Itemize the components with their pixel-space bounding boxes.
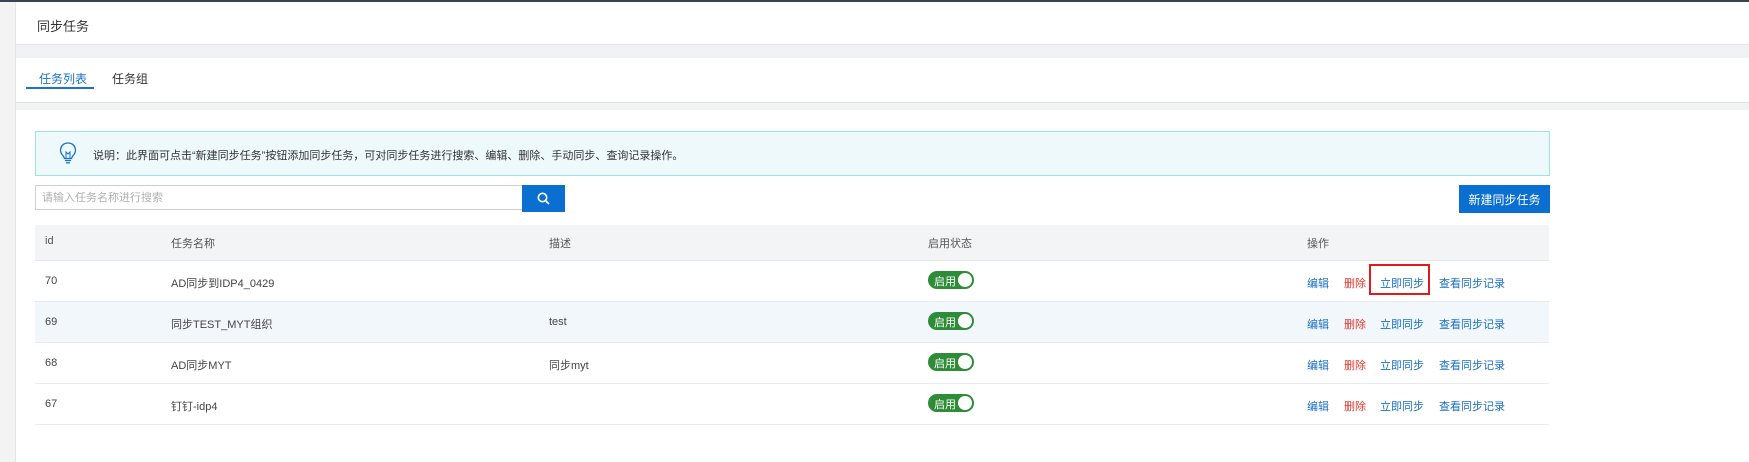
edit-link[interactable]: 编辑: [1307, 316, 1329, 332]
new-sync-task-button[interactable]: 新建同步任务: [1459, 185, 1550, 213]
edit-link[interactable]: 编辑: [1307, 398, 1329, 414]
toggle-label: 启用: [934, 317, 956, 329]
active-tab-indicator: [26, 87, 94, 89]
row-task-name: 同步TEST_MYT组织: [171, 319, 273, 331]
notice-text: 说明：此界面可点击“新建同步任务”按钮添加同步任务，可对同步任务进行搜索、编辑、…: [93, 150, 684, 162]
edit-link[interactable]: 编辑: [1307, 357, 1329, 373]
table-row: 68 AD同步MYT 同步myt 启用 编辑 删除 立即同步 查看同步记录: [35, 343, 1549, 384]
header-id: id: [45, 235, 54, 247]
left-sidebar-strip: [0, 2, 16, 462]
row-task-name: 钉钉-idp4: [171, 401, 218, 413]
table-header: id 任务名称 描述 启用状态 操作: [35, 225, 1549, 261]
row-task-name: AD同步到IDP4_0429: [171, 278, 275, 290]
search-input[interactable]: [35, 185, 522, 210]
page-title: 同步任务: [37, 19, 90, 34]
status-toggle[interactable]: 启用: [928, 394, 974, 412]
header-status: 启用状态: [928, 238, 972, 250]
search-button[interactable]: [522, 185, 565, 212]
delete-link[interactable]: 删除: [1344, 275, 1366, 291]
status-toggle[interactable]: 启用: [928, 312, 974, 330]
status-toggle[interactable]: 启用: [928, 271, 974, 289]
toggle-knob: [958, 273, 972, 287]
highlight-box: [1369, 264, 1430, 295]
view-sync-log-link[interactable]: 查看同步记录: [1439, 275, 1505, 291]
toggle-label: 启用: [934, 399, 956, 411]
table-row: 69 同步TEST_MYT组织 test 启用 编辑 删除 立即同步 查看同步记…: [35, 302, 1549, 343]
row-id: 70: [45, 275, 58, 287]
sync-now-link[interactable]: 立即同步: [1380, 357, 1424, 373]
delete-link[interactable]: 删除: [1344, 398, 1366, 414]
info-notice: 说明：此界面可点击“新建同步任务”按钮添加同步任务，可对同步任务进行搜索、编辑、…: [35, 131, 1550, 176]
main-content: 说明：此界面可点击“新建同步任务”按钮添加同步任务，可对同步任务进行搜索、编辑、…: [16, 110, 1749, 462]
sync-now-link[interactable]: 立即同步: [1380, 398, 1424, 414]
row-id: 67: [45, 398, 58, 410]
table-row: 70 AD同步到IDP4_0429 启用 编辑 删除 立即同步 查看同步记录: [35, 261, 1549, 302]
tab-task-list[interactable]: 任务列表: [39, 70, 87, 87]
table-row: 67 钉钉-idp4 启用 编辑 删除 立即同步 查看同步记录: [35, 384, 1549, 425]
view-sync-log-link[interactable]: 查看同步记录: [1439, 357, 1505, 373]
search-icon: [537, 192, 550, 205]
tab-bar: 任务列表 任务组: [16, 58, 1749, 103]
toggle-knob: [958, 396, 972, 410]
view-sync-log-link[interactable]: 查看同步记录: [1439, 316, 1505, 332]
view-sync-log-link[interactable]: 查看同步记录: [1439, 398, 1505, 414]
delete-link[interactable]: 删除: [1344, 357, 1366, 373]
toggle-knob: [958, 355, 972, 369]
delete-link[interactable]: 删除: [1344, 316, 1366, 332]
row-id: 68: [45, 357, 58, 369]
status-toggle[interactable]: 启用: [928, 353, 974, 371]
toggle-label: 启用: [934, 276, 956, 288]
row-description: 同步myt: [549, 360, 589, 372]
lightbulb-icon: [59, 142, 77, 164]
row-description: test: [549, 316, 567, 328]
header-operations: 操作: [1307, 238, 1329, 250]
header-description: 描述: [549, 238, 571, 250]
sync-now-link[interactable]: 立即同步: [1380, 316, 1424, 332]
row-id: 69: [45, 316, 58, 328]
page-header: 同步任务: [16, 2, 1749, 45]
header-task-name: 任务名称: [171, 238, 215, 250]
row-task-name: AD同步MYT: [171, 360, 232, 372]
tab-task-group[interactable]: 任务组: [112, 70, 148, 87]
task-table: id 任务名称 描述 启用状态 操作 70 AD同步到IDP4_0429 启用 …: [35, 225, 1549, 425]
toggle-label: 启用: [934, 358, 956, 370]
toggle-knob: [958, 314, 972, 328]
edit-link[interactable]: 编辑: [1307, 275, 1329, 291]
